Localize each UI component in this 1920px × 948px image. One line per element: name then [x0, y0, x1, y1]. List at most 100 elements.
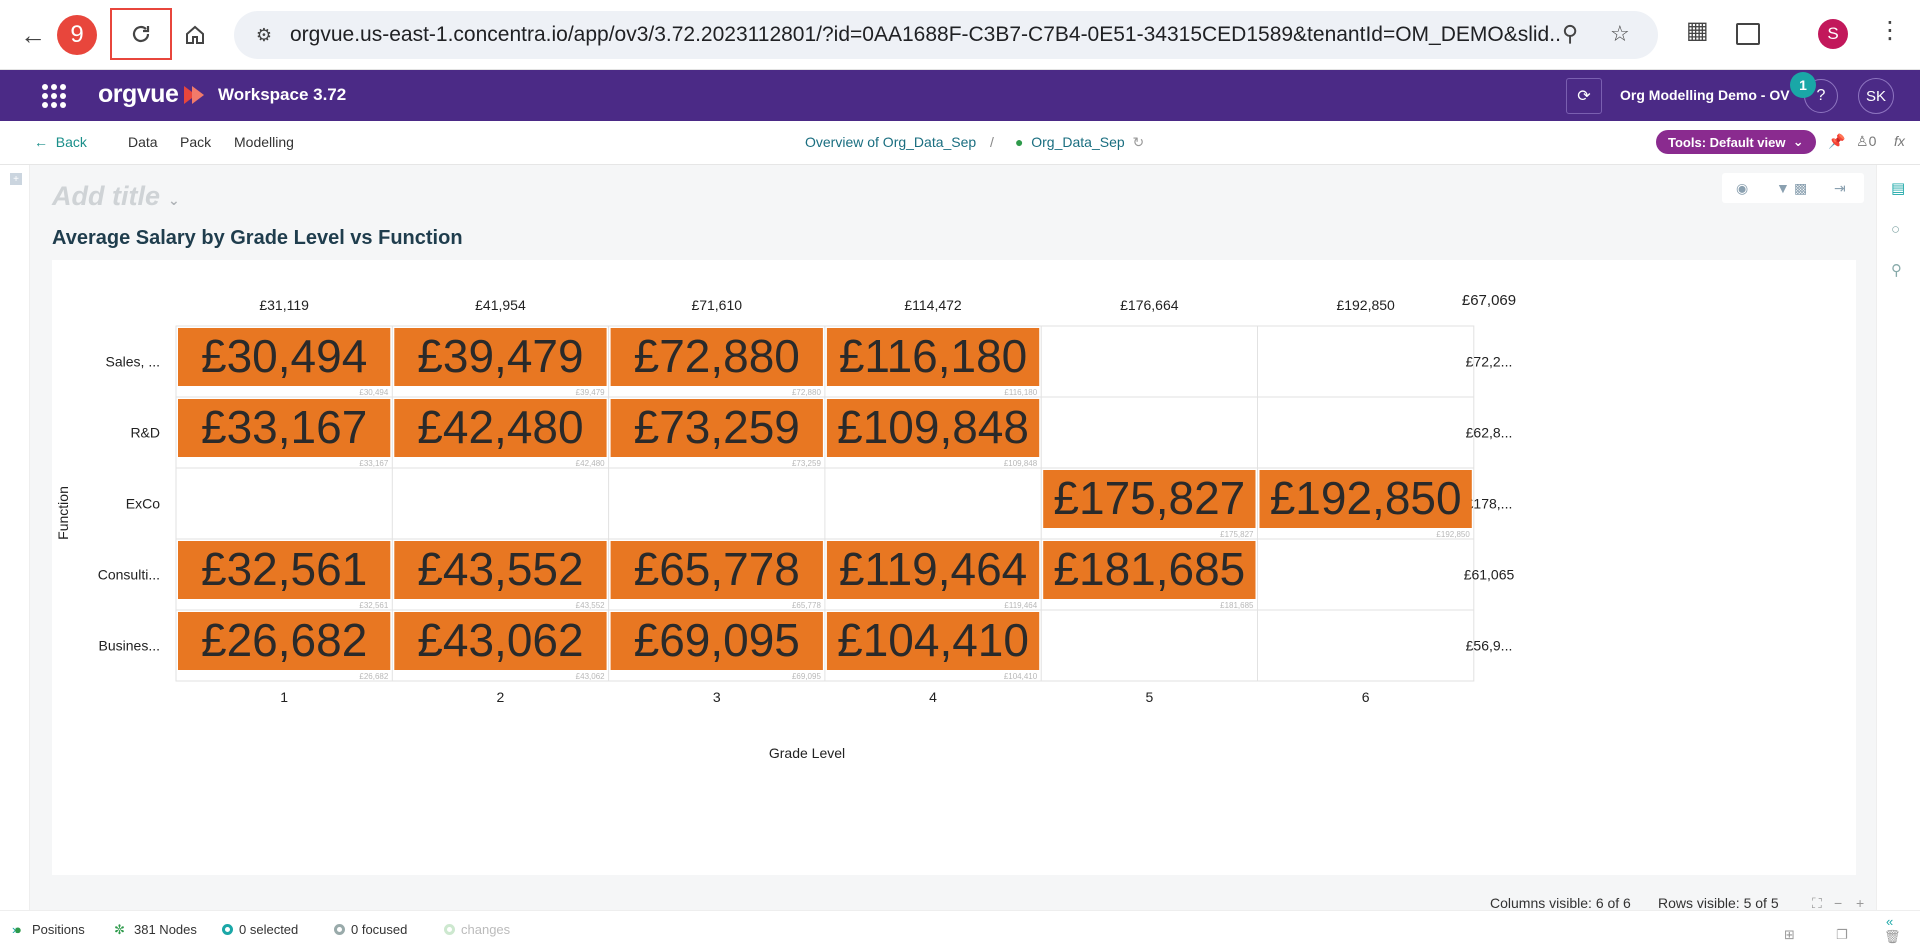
row-tick-label: Sales, ...: [106, 354, 160, 370]
bookmark-star-icon[interactable]: ☆: [1610, 21, 1630, 47]
project-name[interactable]: Org Modelling Demo - OV: [1620, 87, 1790, 103]
nav-pack[interactable]: Pack: [180, 134, 211, 150]
app-header: orgvue Workspace 3.72 ⟳ Org Modelling De…: [0, 70, 1920, 121]
chevron-down-icon: ⌄: [1792, 134, 1804, 149]
zoom-icon[interactable]: ⚲: [1562, 21, 1578, 47]
breadcrumb-parent[interactable]: Overview of Org_Data_Sep: [805, 134, 976, 150]
nav-modelling[interactable]: Modelling: [234, 134, 294, 150]
refresh-icon[interactable]: ↻: [1132, 134, 1144, 150]
cell-value-label: £33,167: [201, 401, 367, 453]
positions-dataset-icon: ●: [14, 922, 22, 937]
tools-view-dropdown[interactable]: Tools: Default view ⌄: [1656, 130, 1816, 154]
add-title-field[interactable]: Add title ⌄: [52, 181, 180, 212]
zoom-in-icon[interactable]: +: [1856, 895, 1864, 911]
chart-view-icon[interactable]: ▤: [1891, 179, 1905, 197]
person-count[interactable]: ♙0: [1856, 133, 1876, 150]
cell-small-label: £65,778: [792, 601, 821, 610]
person-icon: ♙: [1856, 133, 1869, 149]
add-panel-icon[interactable]: +: [10, 173, 22, 185]
column-tick-label: 3: [713, 689, 721, 705]
menu-kebab-icon[interactable]: ⋮: [1878, 16, 1902, 45]
cell-small-label: £116,180: [1004, 388, 1037, 397]
comment-icon[interactable]: ▩: [1794, 180, 1807, 197]
sync-icon: ⟳: [1577, 88, 1591, 105]
columns-visible: Columns visible: 6 of 6: [1490, 895, 1631, 911]
app-launcher-icon[interactable]: [42, 84, 66, 108]
cell-value-label: £175,827: [1053, 472, 1245, 524]
grand-total-label: £67,069: [1462, 292, 1516, 309]
back-link[interactable]: ← Back: [34, 134, 87, 150]
url-text[interactable]: orgvue.us-east-1.concentra.io/app/ov3/3.…: [290, 23, 1560, 47]
cell-small-label: £72,880: [792, 388, 821, 397]
address-bar[interactable]: ⚙ orgvue.us-east-1.concentra.io/app/ov3/…: [234, 11, 1658, 59]
zoom-out-icon[interactable]: −: [1834, 895, 1842, 911]
profile-avatar[interactable]: S: [1818, 19, 1848, 49]
positions-label[interactable]: Positions: [32, 922, 85, 937]
selected-count[interactable]: 0 selected: [222, 922, 298, 937]
notification-badge[interactable]: 1: [1790, 72, 1816, 98]
formula-icon[interactable]: fx: [1894, 133, 1905, 149]
cell-small-label: £175,827: [1220, 530, 1254, 539]
focused-icon: [334, 924, 345, 935]
column-total-label: £114,472: [904, 297, 962, 313]
right-panel-strip: ▤ ○ ⚲: [1876, 165, 1920, 910]
cell-small-label: £30,494: [359, 388, 388, 397]
cell-value-label: £116,180: [839, 330, 1027, 382]
palette-icon[interactable]: ◉: [1736, 180, 1748, 197]
changes-indicator[interactable]: changes: [444, 922, 510, 937]
nav-data[interactable]: Data: [128, 134, 158, 150]
row-tick-label: Consulti...: [98, 567, 160, 583]
extensions-icon[interactable]: ▦: [1686, 16, 1709, 45]
column-tick-label: 4: [929, 689, 937, 705]
reload-button[interactable]: [110, 8, 172, 60]
cell-small-label: £181,685: [1220, 601, 1254, 610]
cell-value-label: £192,850: [1270, 472, 1462, 524]
user-avatar[interactable]: SK: [1858, 78, 1894, 114]
back-arrow-icon[interactable]: ←: [14, 16, 52, 54]
cell-small-label: £42,480: [576, 459, 605, 468]
cell-small-label: £69,095: [792, 672, 821, 681]
cell-small-label: £192,850: [1436, 530, 1470, 539]
cell-small-label: £39,479: [576, 388, 605, 397]
chart-title: Average Salary by Grade Level vs Functio…: [52, 227, 463, 249]
column-tick-label: 1: [280, 689, 288, 705]
cell-value-label: £109,848: [837, 401, 1029, 453]
cell-value-label: £73,259: [634, 401, 800, 453]
breadcrumb-current[interactable]: ● Org_Data_Sep ↻: [1015, 134, 1144, 151]
search-icon[interactable]: ⚲: [1891, 261, 1902, 279]
sync-button[interactable]: ⟳: [1566, 78, 1602, 114]
workspace-label: Workspace 3.72: [218, 85, 347, 104]
cell-value-label: £30,494: [201, 330, 367, 382]
status-bar: » ● Positions ✼ 381 Nodes 0 selected 0 f…: [0, 910, 1920, 948]
chart-toolbar: ◉ ▼ ▩ ⇥: [1722, 173, 1864, 203]
browser-toolbar: ← 9 ⚙ orgvue.us-east-1.concentra.io/app/…: [0, 0, 1920, 70]
home-button[interactable]: [176, 16, 214, 54]
circle-view-icon[interactable]: ○: [1891, 221, 1900, 238]
trash-icon[interactable]: 🗑: [1884, 929, 1901, 945]
main-canvas: Add title ⌄ ◉ ▼ ▩ ⇥ Average Salary by Gra…: [30, 165, 1876, 910]
reload-icon: [132, 25, 150, 43]
pin-icon[interactable]: 📌: [1828, 133, 1845, 150]
site-settings-icon[interactable]: ⚙: [244, 25, 284, 46]
column-tick-label: 2: [497, 689, 505, 705]
collapse-icon[interactable]: «: [1886, 914, 1893, 929]
add-row-icon[interactable]: ⊞: [1784, 927, 1795, 943]
filter-icon[interactable]: ▼: [1776, 180, 1790, 196]
column-tick-label: 6: [1362, 689, 1370, 705]
cell-small-label: £104,410: [1004, 672, 1038, 681]
selected-icon: [222, 924, 233, 935]
nodes-count: 381 Nodes: [134, 922, 197, 937]
duplicate-icon[interactable]: ❐: [1836, 927, 1848, 943]
cell-value-label: £119,464: [839, 543, 1027, 595]
arrow-left-icon: ←: [34, 134, 48, 150]
focused-count[interactable]: 0 focused: [334, 922, 407, 937]
orgvue-logo: orgvue: [98, 80, 179, 108]
chevron-down-icon[interactable]: ⌄: [168, 192, 180, 208]
side-panel-icon[interactable]: [1736, 23, 1760, 45]
cell-value-label: £43,552: [417, 543, 583, 595]
column-total-label: £176,664: [1120, 297, 1179, 313]
cell-value-label: £72,880: [634, 330, 800, 382]
step-badge: 9: [57, 15, 97, 55]
cell-small-label: £33,167: [359, 459, 388, 468]
export-icon[interactable]: ⇥: [1834, 180, 1846, 197]
